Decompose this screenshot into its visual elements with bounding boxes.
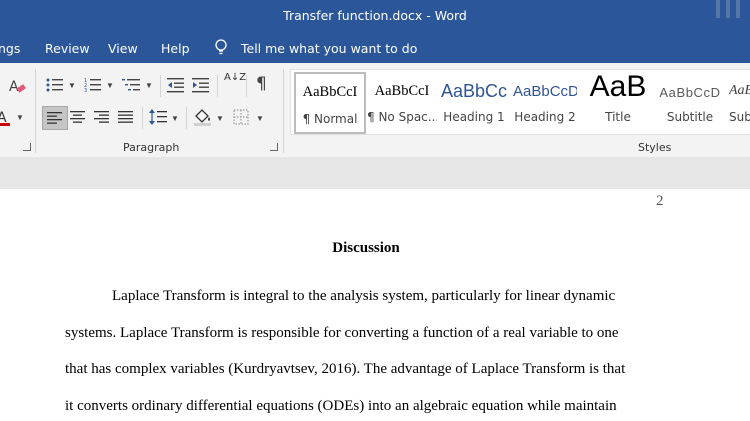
menu-tab-review[interactable]: Review [45,41,90,56]
line-spacing-icon[interactable] [149,108,167,126]
style-title[interactable]: AaB Title [583,70,653,132]
style-name: Heading 2 [514,110,576,124]
style-name: ¶ No Spac... [367,110,437,124]
body-text-line: that has complex variables (Kurdryavtsev… [65,361,626,377]
group-separator [217,75,218,97]
justify-icon[interactable] [118,110,134,124]
style-name: Sub [729,110,750,124]
group-separator [160,75,161,97]
style-name: Heading 1 [443,110,505,124]
document-heading: Discussion [332,240,400,256]
window-corner-decoration [714,0,750,20]
align-left-icon [47,112,62,124]
group-separator [186,107,187,129]
increase-indent-icon[interactable] [192,77,210,93]
styles-gallery: AaBbCcI ¶ Normal AaBbCcI ¶ No Spac... Aa… [290,69,750,135]
style-name: Subtitle [666,110,714,124]
body-text-line: systems. Laplace Transform is responsibl… [65,325,619,341]
menu-tab-settings[interactable]: ngs [0,41,20,56]
style-name: ¶ Normal [302,112,358,126]
shading-icon[interactable] [193,107,213,127]
style-subtitle[interactable]: AaBbCcD Subtitle [657,70,723,132]
style-preview: AaB [589,70,647,103]
numbering-dropdown-chevron-icon[interactable]: ▼ [106,81,114,90]
group-separator [246,75,247,97]
menu-tab-help[interactable]: Help [161,41,190,56]
show-formatting-marks-icon[interactable]: ¶ [256,74,267,94]
font-color-icon[interactable]: A [0,109,14,127]
title-bar: Transfer function.docx - Word [0,0,750,33]
body-text-line: it converts ordinary differential equati… [65,398,617,414]
paragraph-dialog-launcher-icon[interactable] [270,143,278,151]
paragraph-group-label: Paragraph [123,141,180,154]
document-background [0,157,750,189]
style-preview: AaBbCcI [302,84,358,100]
align-left-button[interactable] [42,106,68,130]
style-preview: AaBbCcI [374,83,430,99]
multilevel-list-icon[interactable] [122,77,142,93]
styles-group-label: Styles [638,141,672,154]
tell-me-search[interactable]: Tell me what you want to do [241,41,417,56]
style-name: Title [605,110,631,124]
numbering-icon[interactable]: 1 2 3 [84,77,102,93]
style-preview: AaBbCcD [513,83,577,100]
style-subtle-emphasis[interactable]: AaB Sub [729,70,750,132]
line-spacing-dropdown-chevron-icon[interactable]: ▼ [171,114,179,123]
bullets-icon[interactable] [46,77,64,93]
body-text-line: Laplace Transform is integral to the ana… [112,288,616,304]
window-title: Transfer function.docx - Word [283,8,467,23]
shading-dropdown-chevron-icon[interactable]: ▼ [216,114,224,123]
borders-icon[interactable] [233,109,249,125]
style-heading-1[interactable]: AaBbCc Heading 1 [441,70,507,132]
style-no-spacing[interactable]: AaBbCcI ¶ No Spac... [367,70,437,132]
clear-formatting-icon[interactable]: A [8,77,26,95]
group-separator [142,107,143,129]
bullets-dropdown-chevron-icon[interactable]: ▼ [68,81,76,90]
sort-icon[interactable]: A↓Z [224,73,246,83]
style-preview: AaB [729,83,750,98]
lightbulb-icon[interactable] [214,39,228,56]
decrease-indent-icon[interactable] [167,77,185,93]
document-page[interactable]: 2 Discussion Laplace Transform is integr… [0,189,750,421]
svg-text:3: 3 [84,88,87,93]
style-heading-2[interactable]: AaBbCcD Heading 2 [513,70,577,132]
sort-label: A↓Z [224,72,247,83]
ribbon: A A ▼ ▼ 1 2 3 ▼ ▼ A↓Z ¶ ▼ ▼ ▼ Paragraph … [0,63,750,158]
page-number: 2 [656,193,664,209]
align-right-icon[interactable] [94,110,110,124]
style-preview: AaBbCc [441,81,507,101]
align-center-icon[interactable] [70,110,86,124]
font-dialog-launcher-icon[interactable] [23,143,31,151]
menu-bar: ngs Review View Help Tell me what you wa… [0,33,750,63]
multilevel-list-dropdown-chevron-icon[interactable]: ▼ [145,81,153,90]
style-normal[interactable]: AaBbCcI ¶ Normal [294,72,366,134]
borders-dropdown-chevron-icon[interactable]: ▼ [256,114,264,123]
style-preview: AaBbCcD [659,85,721,100]
svg-text:A: A [9,79,19,95]
group-separator [35,69,36,153]
font-color-dropdown-chevron-icon[interactable]: ▼ [16,113,24,122]
group-separator [283,69,284,153]
menu-tab-view[interactable]: View [108,41,138,56]
